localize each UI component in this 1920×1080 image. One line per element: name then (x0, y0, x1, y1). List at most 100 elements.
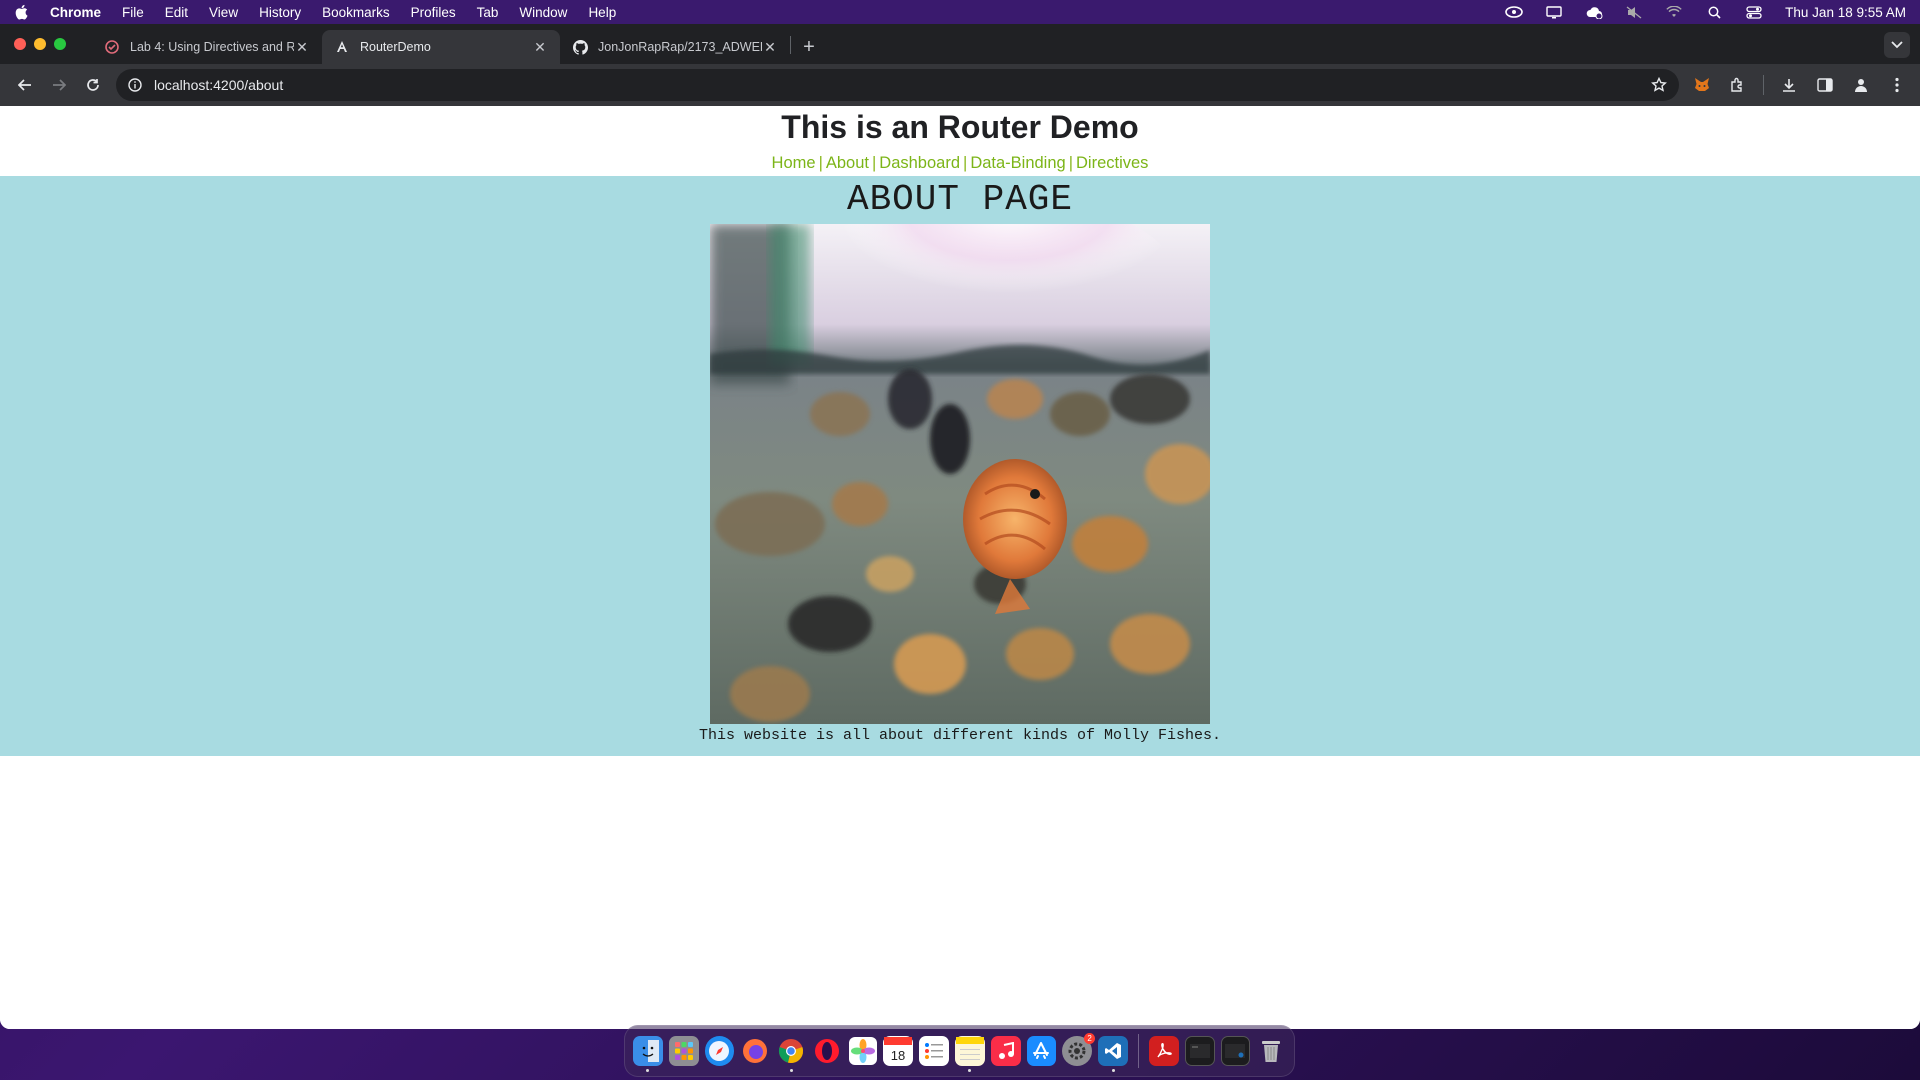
chevron-down-icon (1891, 41, 1903, 49)
menu-tab[interactable]: Tab (477, 5, 499, 20)
chrome-icon[interactable] (776, 1036, 806, 1072)
tab-routerdemo[interactable]: RouterDemo ✕ (322, 30, 560, 64)
minimize-window-button[interactable] (34, 38, 46, 50)
reload-icon (87, 79, 99, 91)
site-info-icon[interactable] (126, 76, 144, 94)
running-indicator (789, 1069, 793, 1072)
tab-search-button[interactable] (1884, 32, 1910, 58)
macos-menu-bar: Chrome File Edit View History Bookmarks … (0, 0, 1920, 24)
spotlight-search-icon[interactable] (1705, 5, 1723, 19)
menu-edit[interactable]: Edit (165, 5, 188, 20)
photos-icon[interactable] (848, 1036, 878, 1066)
wifi-icon[interactable] (1665, 5, 1683, 19)
calendar-icon[interactable]: 18 (883, 1036, 914, 1066)
reminders-icon[interactable] (919, 1036, 950, 1066)
menu-view[interactable]: View (209, 5, 238, 20)
menu-window[interactable]: Window (519, 5, 567, 20)
running-indicator (1111, 1069, 1115, 1072)
browser-toolbar: localhost:4200/about (0, 64, 1920, 106)
address-bar[interactable]: localhost:4200/about (116, 69, 1679, 101)
nav-link-home[interactable]: Home (772, 154, 816, 172)
forward-button[interactable] (42, 68, 76, 102)
menubar-clock[interactable]: Thu Jan 18 9:55 AM (1785, 5, 1906, 20)
tab-lab4[interactable]: Lab 4: Using Directives and R ✕ (92, 30, 322, 64)
svg-text:18: 18 (891, 1048, 905, 1063)
close-icon[interactable]: ✕ (532, 39, 548, 55)
notes-icon[interactable] (955, 1036, 985, 1072)
creative-cloud-icon[interactable] (1505, 5, 1523, 19)
app-store-icon[interactable] (1026, 1036, 1057, 1066)
cloud-sync-icon[interactable] (1585, 5, 1603, 19)
profile-avatar-icon[interactable] (1846, 70, 1876, 100)
side-panel-icon[interactable] (1810, 70, 1840, 100)
menu-file[interactable]: File (122, 5, 144, 20)
window-controls (14, 24, 66, 64)
minimized-window-icon[interactable] (1220, 1036, 1251, 1066)
tab-github[interactable]: JonJonRapRap/2173_ADWEB ✕ (560, 30, 790, 64)
extension-toolbar (1687, 70, 1912, 100)
safari-icon[interactable] (704, 1036, 735, 1066)
tab-strip: Lab 4: Using Directives and R ✕ RouterDe… (0, 24, 1920, 64)
menu-app-name[interactable]: Chrome (50, 5, 101, 20)
close-icon[interactable]: ✕ (762, 39, 778, 55)
menu-profiles[interactable]: Profiles (411, 5, 456, 20)
trash-icon[interactable] (1256, 1036, 1286, 1066)
opera-icon[interactable] (812, 1036, 842, 1066)
page-header: This is an Router Demo Home | About | Dashbo… (0, 106, 1920, 176)
page-title: This is an Router Demo (781, 109, 1139, 145)
menu-help[interactable]: Help (588, 5, 616, 20)
close-icon[interactable]: ✕ (294, 39, 310, 55)
nav-separator: | (963, 154, 968, 172)
about-caption: This website is all about different kind… (698, 727, 1222, 744)
acrobat-icon[interactable] (1148, 1036, 1179, 1066)
zoom-window-button[interactable] (54, 38, 66, 50)
tab-title: Lab 4: Using Directives and R (130, 40, 294, 54)
system-settings-icon[interactable]: 2 (1062, 1033, 1096, 1066)
vscode-icon[interactable] (1098, 1036, 1128, 1072)
arrow-left-icon (18, 79, 31, 91)
new-tab-button[interactable]: + (795, 30, 823, 64)
chrome-window: Lab 4: Using Directives and R ✕ RouterDe… (0, 24, 1920, 1029)
extensions-puzzle-icon[interactable] (1723, 70, 1753, 100)
tab-divider (790, 36, 791, 54)
angular-icon (334, 39, 350, 55)
running-indicator (968, 1069, 972, 1072)
lab-icon (104, 39, 120, 55)
about-section: ABOUT PAGE This website is all about dif… (0, 176, 1920, 756)
menu-history[interactable]: History (259, 5, 301, 20)
molly-fish-photo (710, 224, 1210, 724)
back-button[interactable] (8, 68, 42, 102)
router-nav: Home | About | Dashboard | Data-Binding | Direct… (0, 154, 1920, 173)
macos-dock: 18 2 (624, 1025, 1295, 1077)
nav-link-data-binding[interactable]: Data-Binding (970, 154, 1065, 172)
metamask-extension-icon[interactable] (1687, 70, 1717, 100)
display-icon[interactable] (1545, 5, 1563, 19)
nav-separator: | (871, 154, 877, 172)
menu-bookmarks[interactable]: Bookmarks (322, 5, 390, 20)
finder-icon[interactable] (633, 1036, 663, 1072)
nav-separator: | (818, 154, 823, 172)
web-page: This is an Router Demo Home | About | Dashbo… (0, 106, 1920, 1029)
tab-title: RouterDemo (360, 40, 431, 54)
launchpad-icon[interactable] (668, 1036, 699, 1066)
mute-icon[interactable] (1625, 5, 1643, 19)
bookmark-star-icon[interactable] (1649, 75, 1669, 95)
download-icon[interactable] (1774, 70, 1804, 100)
nav-link-about[interactable]: About (826, 154, 869, 172)
nav-link-dashboard[interactable]: Dashboard (879, 154, 960, 172)
toolbar-divider (1763, 75, 1764, 95)
firefox-icon[interactable] (740, 1036, 770, 1066)
reload-button[interactable] (76, 68, 110, 102)
music-icon[interactable] (990, 1036, 1021, 1066)
nav-link-directives[interactable]: Directives (1076, 154, 1148, 172)
control-center-icon[interactable] (1745, 5, 1763, 19)
close-window-button[interactable] (14, 38, 26, 50)
apple-logo-icon[interactable] (14, 4, 30, 20)
url-text[interactable]: localhost:4200/about (154, 77, 1649, 93)
running-indicator (646, 1069, 650, 1072)
arrow-right-icon (53, 79, 66, 91)
more-menu-icon[interactable] (1882, 70, 1912, 100)
github-icon (572, 39, 588, 55)
dock-divider (1137, 1034, 1139, 1068)
terminal-window-icon[interactable] (1184, 1036, 1215, 1066)
